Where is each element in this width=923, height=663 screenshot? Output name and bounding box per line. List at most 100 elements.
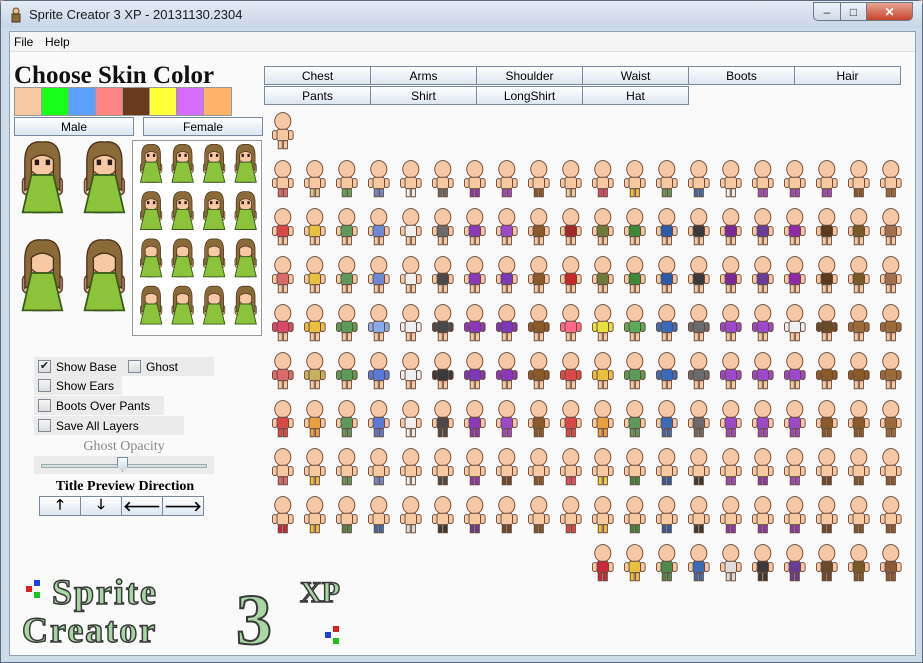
sprite-cell-r2-c9[interactable] — [559, 208, 582, 246]
sprite-cell-r3-c12[interactable] — [655, 256, 678, 294]
sprite-cell-r5-c10[interactable] — [591, 352, 614, 390]
sprite-cell-r1-c1[interactable] — [303, 160, 326, 198]
sprite-cell-r1-c17[interactable] — [815, 160, 838, 198]
sprite-cell-r4-c0[interactable] — [271, 304, 294, 342]
sprite-cell-r7-c11[interactable] — [623, 448, 646, 486]
sprite-cell-r8-c6[interactable] — [463, 496, 486, 534]
sprite-cell-r3-c16[interactable] — [783, 256, 806, 294]
show-base-option[interactable]: ✔ Show Base — [34, 357, 124, 376]
sprite-cell-r2-c2[interactable] — [335, 208, 358, 246]
sprite-cell-r4-c11[interactable] — [623, 304, 646, 342]
male-button[interactable]: Male — [14, 117, 134, 136]
show-base-checkbox[interactable]: ✔ — [38, 360, 51, 373]
skin-swatch-8[interactable] — [204, 88, 231, 115]
sprite-cell-r9-c16[interactable] — [783, 544, 806, 582]
sprite-cell-r3-c5[interactable] — [431, 256, 454, 294]
tab-arms[interactable]: Arms — [370, 66, 477, 85]
sprite-cell-r6-c17[interactable] — [815, 400, 838, 438]
sprite-cell-r7-c15[interactable] — [751, 448, 774, 486]
sprite-cell-r7-c7[interactable] — [495, 448, 518, 486]
show-ears-option[interactable]: Show Ears — [34, 376, 122, 395]
sprite-cell-r8-c7[interactable] — [495, 496, 518, 534]
tab-waist[interactable]: Waist — [582, 66, 689, 85]
sprite-cell-r3-c1[interactable] — [303, 256, 326, 294]
sprite-cell-r8-c14[interactable] — [719, 496, 742, 534]
sprite-cell-r8-c1[interactable] — [303, 496, 326, 534]
slider-thumb[interactable] — [117, 457, 128, 472]
sprite-cell-r7-c12[interactable] — [655, 448, 678, 486]
sprite-cell-r2-c12[interactable] — [655, 208, 678, 246]
sprite-cell-r7-c17[interactable] — [815, 448, 838, 486]
tab-boots[interactable]: Boots — [688, 66, 795, 85]
sprite-cell-r5-c8[interactable] — [527, 352, 550, 390]
sprite-cell-r1-c2[interactable] — [335, 160, 358, 198]
sprite-cell-r3-c3[interactable] — [367, 256, 390, 294]
sprite-cell-r9-c12[interactable] — [655, 544, 678, 582]
tab-longshirt[interactable]: LongShirt — [476, 86, 583, 105]
sprite-cell-r3-c9[interactable] — [559, 256, 582, 294]
sprite-cell-r3-c18[interactable] — [847, 256, 870, 294]
sprite-cell-r6-c14[interactable] — [719, 400, 742, 438]
skin-swatch-2[interactable] — [42, 88, 69, 115]
sprite-cell-r4-c3[interactable] — [367, 304, 390, 342]
sprite-cell-r1-c0[interactable] — [271, 160, 294, 198]
sprite-cell-r3-c19[interactable] — [879, 256, 902, 294]
sprite-cell-r9-c11[interactable] — [623, 544, 646, 582]
sprite-cell-r8-c13[interactable] — [687, 496, 710, 534]
sprite-cell-r4-c4[interactable] — [399, 304, 422, 342]
sprite-cell-r6-c16[interactable] — [783, 400, 806, 438]
sprite-cell-r3-c11[interactable] — [623, 256, 646, 294]
female-button[interactable]: Female — [143, 117, 263, 136]
sprite-cell-r5-c7[interactable] — [495, 352, 518, 390]
sprite-cell-r2-c11[interactable] — [623, 208, 646, 246]
sprite-cell-r6-c1[interactable] — [303, 400, 326, 438]
maximize-button[interactable]: □ — [840, 2, 867, 21]
sprite-cell-r1-c12[interactable] — [655, 160, 678, 198]
sprite-cell-r2-c8[interactable] — [527, 208, 550, 246]
sprite-cell-r2-c16[interactable] — [783, 208, 806, 246]
sprite-cell-r1-c19[interactable] — [879, 160, 902, 198]
ghost-opacity-slider[interactable] — [34, 456, 214, 474]
sprite-cell-r8-c4[interactable] — [399, 496, 422, 534]
left-arrow-button[interactable]: 🡐 — [121, 496, 163, 516]
sprite-cell-r3-c10[interactable] — [591, 256, 614, 294]
sprite-cell-r7-c9[interactable] — [559, 448, 582, 486]
sprite-cell-r8-c12[interactable] — [655, 496, 678, 534]
sprite-cell-r7-c3[interactable] — [367, 448, 390, 486]
sprite-cell-r4-c1[interactable] — [303, 304, 326, 342]
sprite-cell-r1-c4[interactable] — [399, 160, 422, 198]
sprite-cell-r7-c0[interactable] — [271, 448, 294, 486]
menu-help[interactable]: Help — [45, 35, 70, 49]
sprite-cell-r4-c9[interactable] — [559, 304, 582, 342]
sprite-cell-r2-c3[interactable] — [367, 208, 390, 246]
sprite-cell-r8-c18[interactable] — [847, 496, 870, 534]
sprite-cell-r6-c2[interactable] — [335, 400, 358, 438]
sprite-cell-r3-c0[interactable] — [271, 256, 294, 294]
sprite-cell-r7-c8[interactable] — [527, 448, 550, 486]
sprite-cell-r5-c14[interactable] — [719, 352, 742, 390]
sprite-cell-r6-c13[interactable] — [687, 400, 710, 438]
minimize-button[interactable]: – — [813, 2, 841, 21]
sprite-cell-r7-c16[interactable] — [783, 448, 806, 486]
sprite-cell-r2-c6[interactable] — [463, 208, 486, 246]
sprite-cell-r6-c0[interactable] — [271, 400, 294, 438]
sprite-cell-r4-c18[interactable] — [847, 304, 870, 342]
ghost-option[interactable]: Ghost — [124, 357, 214, 376]
sprite-cell-r1-c3[interactable] — [367, 160, 390, 198]
sprite-cell-r5-c19[interactable] — [879, 352, 902, 390]
sprite-cell-r5-c16[interactable] — [783, 352, 806, 390]
sprite-cell-r7-c2[interactable] — [335, 448, 358, 486]
sprite-cell-r9-c19[interactable] — [879, 544, 902, 582]
sprite-cell-r3-c13[interactable] — [687, 256, 710, 294]
tab-chest[interactable]: Chest — [264, 66, 371, 85]
sprite-cell-r3-c17[interactable] — [815, 256, 838, 294]
sprite-cell-r2-c18[interactable] — [847, 208, 870, 246]
sprite-cell-r8-c15[interactable] — [751, 496, 774, 534]
sprite-cell-r4-c8[interactable] — [527, 304, 550, 342]
sprite-cell-r6-c15[interactable] — [751, 400, 774, 438]
save-all-layers-option[interactable]: Save All Layers — [34, 416, 184, 435]
show-ears-checkbox[interactable] — [38, 379, 51, 392]
sprite-cell-r5-c11[interactable] — [623, 352, 646, 390]
ghost-checkbox[interactable] — [128, 360, 141, 373]
sprite-cell-r2-c17[interactable] — [815, 208, 838, 246]
